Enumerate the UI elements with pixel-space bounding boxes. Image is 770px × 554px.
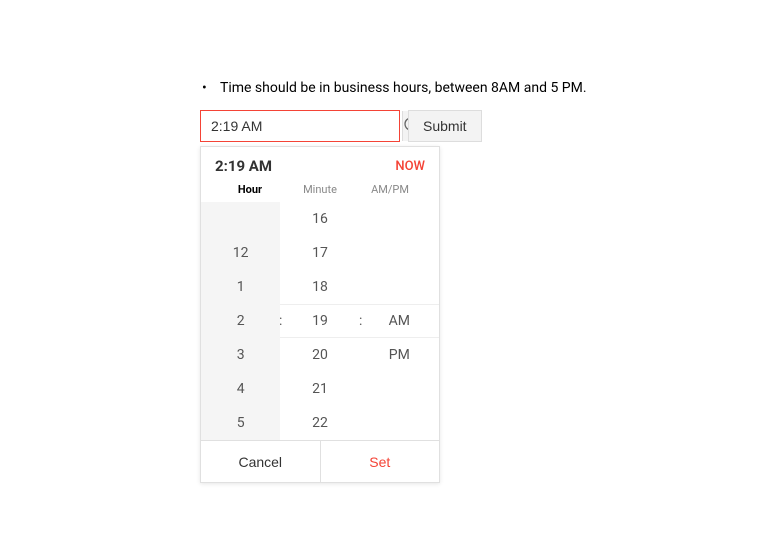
column-header-hour[interactable]: Hour [215,183,285,196]
spinner-option[interactable]: 19 [280,304,359,338]
time-picker-popup: 2:19 AM NOW Hour Minute AM/PM : : 121234… [200,146,440,483]
spinner-option[interactable] [360,270,439,304]
spinner-option[interactable] [360,236,439,270]
submit-button[interactable]: Submit [408,110,482,142]
now-button[interactable]: NOW [395,159,425,174]
column-header-minute[interactable]: Minute [285,183,355,196]
hour-column[interactable]: 1212345 [201,202,280,440]
spinner-option[interactable] [201,202,280,236]
spinner-option[interactable]: 16 [280,202,359,236]
spinner-option[interactable]: 18 [280,270,359,304]
spinner-option[interactable]: 1 [201,270,280,304]
spinner-option[interactable]: 22 [280,406,359,440]
spinner-option[interactable] [360,202,439,236]
spinner-option[interactable]: PM [360,338,439,372]
spinner-option[interactable]: 4 [201,372,280,406]
set-button[interactable]: Set [320,441,440,482]
spinner-option[interactable]: 2 [201,304,280,338]
selected-time-display: 2:19 AM [215,157,272,175]
spinner-option[interactable]: 17 [280,236,359,270]
validation-message: Time should be in business hours, betwee… [220,80,770,96]
cancel-button[interactable]: Cancel [201,441,320,482]
time-input[interactable] [201,111,402,141]
ampm-column[interactable]: AMPM [360,202,439,440]
spinner-option[interactable]: 20 [280,338,359,372]
time-input-container [200,110,400,142]
spinner-option[interactable] [360,372,439,406]
minute-column[interactable]: 16171819202122 [280,202,359,440]
spinner-option[interactable]: 21 [280,372,359,406]
spinner-option[interactable]: AM [360,304,439,338]
column-header-ampm[interactable]: AM/PM [355,183,425,196]
spinner-option[interactable]: 12 [201,236,280,270]
time-spinner: : : 1212345 16171819202122 AMPM [201,202,439,440]
spinner-option[interactable]: 5 [201,406,280,440]
spinner-option[interactable] [360,406,439,440]
spinner-option[interactable]: 3 [201,338,280,372]
